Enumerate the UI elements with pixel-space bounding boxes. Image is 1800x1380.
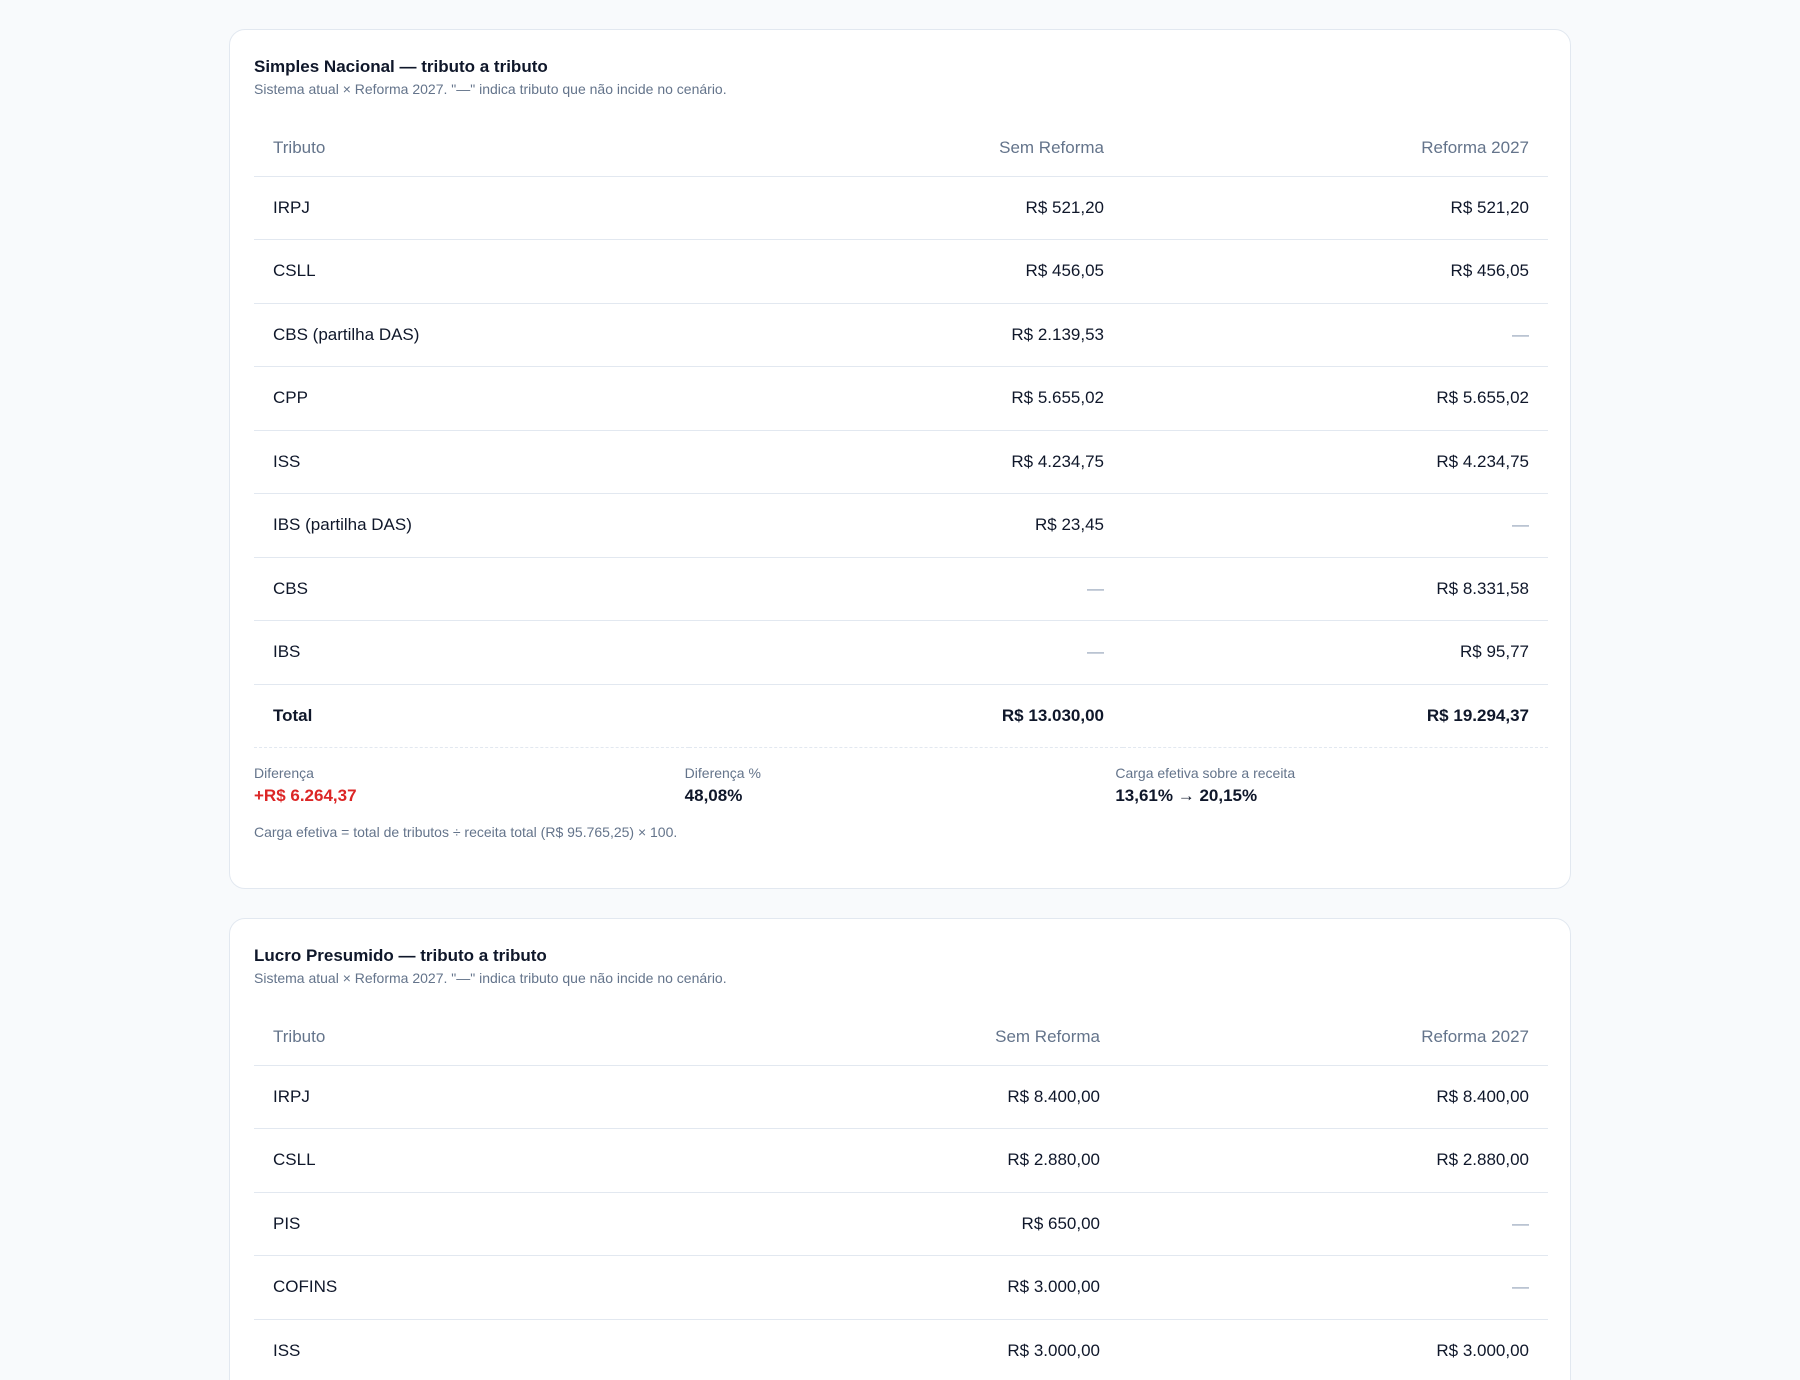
table-row: CPP R$ 5.655,02 R$ 5.655,02 [254, 366, 1548, 431]
cell-reforma-2027: R$ 521,20 [1123, 176, 1548, 240]
cell-sem-reforma: R$ 650,00 [689, 1192, 1119, 1256]
cell-sem-reforma: R$ 3.000,00 [689, 1319, 1119, 1380]
cell-tributo: PIS [254, 1192, 689, 1256]
cell-tributo: COFINS [254, 1255, 689, 1320]
table-row: CSLL R$ 2.880,00 R$ 2.880,00 [254, 1128, 1548, 1193]
column-header-tributo: Tributo [254, 1009, 689, 1066]
table-row: IBS — R$ 95,77 [254, 620, 1548, 685]
table-row: CBS — R$ 8.331,58 [254, 557, 1548, 621]
table-row: CBS (partilha DAS) R$ 2.139,53 — [254, 303, 1548, 367]
table-header-row: Tributo Sem Reforma Reforma 2027 [254, 1009, 1548, 1066]
metric-label: Diferença [254, 765, 314, 781]
cell-tributo: IRPJ [254, 176, 689, 240]
cell-tributo: CSLL [254, 239, 689, 304]
table-row: IRPJ R$ 521,20 R$ 521,20 [254, 176, 1548, 240]
cell-reforma-2027: R$ 5.655,02 [1123, 366, 1548, 431]
column-header-sem-reforma: Sem Reforma [689, 1009, 1119, 1066]
cell-reforma-2027: R$ 8.400,00 [1119, 1065, 1548, 1129]
cell-reforma-2027: — [1123, 303, 1548, 367]
summary-metrics: Diferença +R$ 6.264,37 Diferença % 48,08… [254, 764, 1546, 806]
table-header-row: Tributo Sem Reforma Reforma 2027 [254, 120, 1548, 177]
footnote: Carga efetiva = total de tributos ÷ rece… [254, 824, 678, 840]
column-header-sem-reforma: Sem Reforma [689, 120, 1123, 177]
cell-sem-reforma: R$ 5.655,02 [689, 366, 1123, 431]
cell-sem-reforma: R$ 2.139,53 [689, 303, 1123, 367]
table-row: ISS R$ 3.000,00 R$ 3.000,00 [254, 1319, 1548, 1380]
metric-label: Carga efetiva sobre a receita [1115, 765, 1296, 781]
column-header-reforma-2027: Reforma 2027 [1123, 120, 1548, 177]
metric-value: +R$ 6.264,37 [254, 786, 357, 805]
metric-value: 13,61% → 20,15% [1115, 786, 1258, 805]
table-row: IRPJ R$ 8.400,00 R$ 8.400,00 [254, 1065, 1548, 1129]
metric-value: 48,08% [684, 786, 743, 805]
cell-tributo: CSLL [254, 1128, 689, 1193]
cell-tributo: CBS [254, 557, 689, 621]
cell-reforma-2027: — [1119, 1192, 1548, 1256]
cell-reforma-2027: R$ 8.331,58 [1123, 557, 1548, 621]
metric-diferenca: Diferença +R$ 6.264,37 [254, 764, 685, 806]
table-row: IBS (partilha DAS) R$ 23,45 — [254, 493, 1548, 558]
cell-sem-reforma: — [689, 620, 1123, 685]
tax-comparison-table: Tributo Sem Reforma Reforma 2027 IRPJ R$… [254, 1009, 1548, 1380]
cell-reforma-2027: R$ 3.000,00 [1119, 1319, 1548, 1380]
card-title: Simples Nacional — tributo a tributo [254, 57, 548, 76]
card-subtitle: Sistema atual × Reforma 2027. "—" indica… [254, 81, 727, 97]
cell-total-sem-reforma: R$ 13.030,00 [689, 684, 1123, 748]
metric-diferenca-percentual: Diferença % 48,08% [685, 764, 1116, 806]
column-header-reforma-2027: Reforma 2027 [1119, 1009, 1548, 1066]
cell-sem-reforma: R$ 456,05 [689, 239, 1123, 304]
cell-sem-reforma: R$ 23,45 [689, 493, 1123, 558]
cell-tributo: IRPJ [254, 1065, 689, 1129]
cell-reforma-2027: — [1119, 1255, 1548, 1320]
metric-label: Diferença % [684, 765, 761, 781]
table-row: COFINS R$ 3.000,00 — [254, 1255, 1548, 1320]
total-row: Total R$ 13.030,00 R$ 19.294,37 [254, 684, 1548, 748]
tax-comparison-table: Tributo Sem Reforma Reforma 2027 IRPJ R$… [254, 120, 1548, 748]
cell-tributo: CBS (partilha DAS) [254, 303, 689, 367]
cell-sem-reforma: R$ 3.000,00 [689, 1255, 1119, 1320]
table-row: CSLL R$ 456,05 R$ 456,05 [254, 239, 1548, 304]
cell-reforma-2027: — [1123, 493, 1548, 558]
cell-reforma-2027: R$ 2.880,00 [1119, 1128, 1548, 1193]
cell-sem-reforma: R$ 521,20 [689, 176, 1123, 240]
card-subtitle: Sistema atual × Reforma 2027. "—" indica… [254, 970, 727, 986]
card-title: Lucro Presumido — tributo a tributo [254, 946, 547, 965]
column-header-tributo: Tributo [254, 120, 689, 177]
lucro-presumido-card: Lucro Presumido — tributo a tributo Sist… [229, 918, 1571, 1380]
cell-total-label: Total [254, 684, 689, 748]
simples-nacional-card: Simples Nacional — tributo a tributo Sis… [229, 29, 1571, 889]
cell-sem-reforma: R$ 4.234,75 [689, 430, 1123, 494]
cell-reforma-2027: R$ 95,77 [1123, 620, 1548, 685]
table-row: PIS R$ 650,00 — [254, 1192, 1548, 1256]
metric-carga-efetiva: Carga efetiva sobre a receita 13,61% → 2… [1115, 764, 1546, 806]
table-row: ISS R$ 4.234,75 R$ 4.234,75 [254, 430, 1548, 494]
cell-sem-reforma: R$ 8.400,00 [689, 1065, 1119, 1129]
cell-tributo: IBS (partilha DAS) [254, 493, 689, 558]
cell-tributo: ISS [254, 430, 689, 494]
cell-tributo: IBS [254, 620, 689, 685]
cell-tributo: ISS [254, 1319, 689, 1380]
cell-total-reforma-2027: R$ 19.294,37 [1123, 684, 1548, 748]
cell-tributo: CPP [254, 366, 689, 431]
cell-sem-reforma: — [689, 557, 1123, 621]
cell-reforma-2027: R$ 456,05 [1123, 239, 1548, 304]
cell-reforma-2027: R$ 4.234,75 [1123, 430, 1548, 494]
cell-sem-reforma: R$ 2.880,00 [689, 1128, 1119, 1193]
